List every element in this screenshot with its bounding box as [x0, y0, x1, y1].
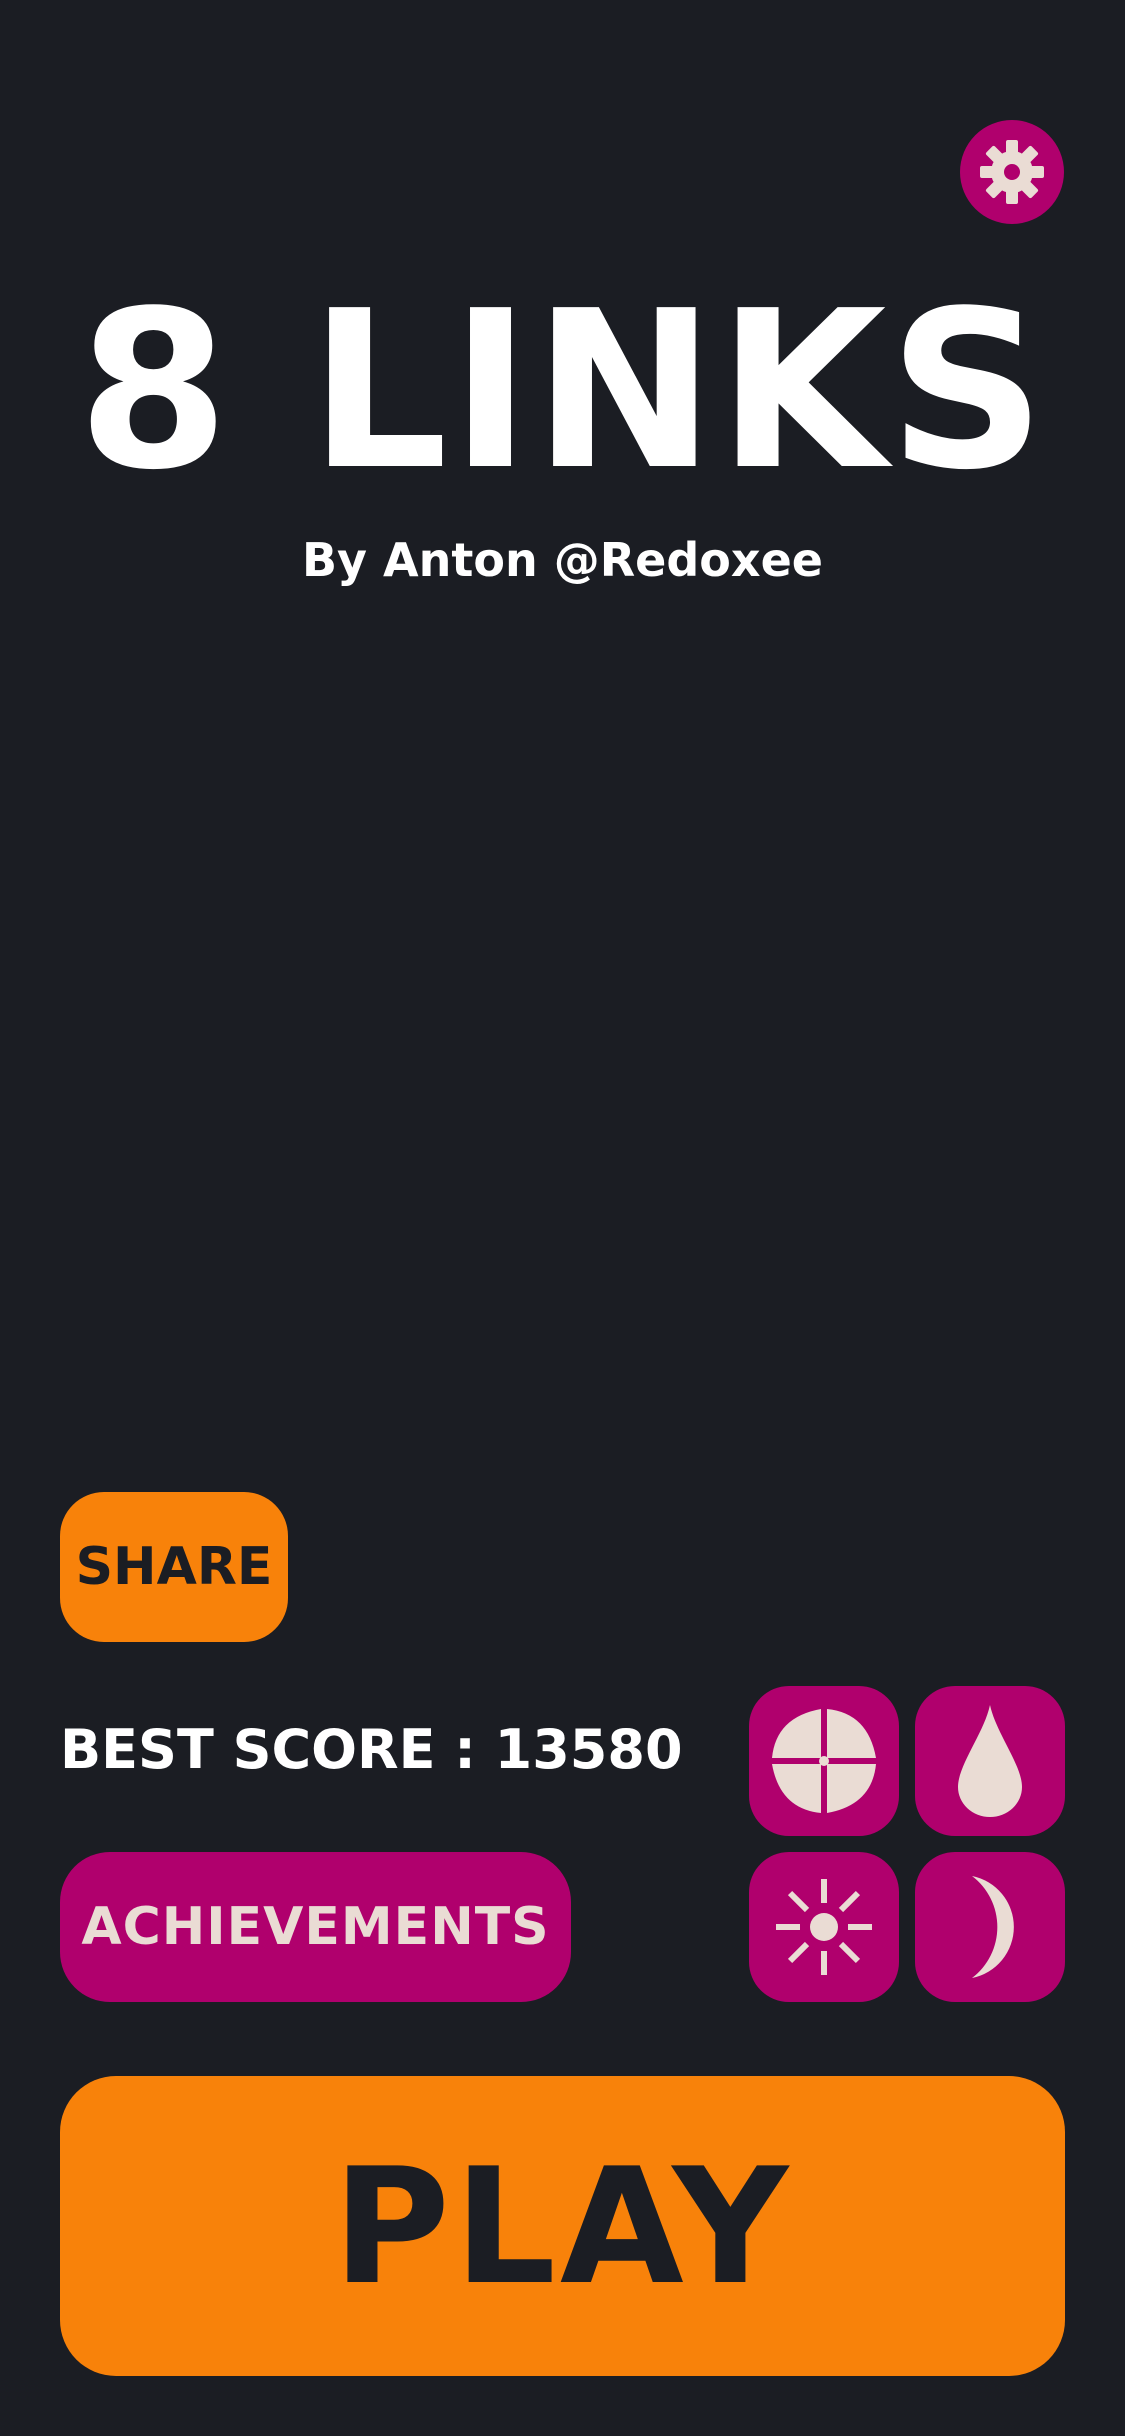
settings-button[interactable]	[960, 120, 1064, 224]
author-credit: By Anton @Redoxee	[302, 533, 823, 587]
best-score: BEST SCORE : 13580	[60, 1718, 683, 1781]
share-button[interactable]: SHARE	[60, 1492, 288, 1642]
theme-sun-button[interactable]	[749, 1852, 899, 2002]
play-button-label: PLAY	[332, 2132, 793, 2320]
gear-icon	[980, 140, 1044, 204]
theme-water-button[interactable]	[915, 1686, 1065, 1836]
achievements-button-label: ACHIEVEMENTS	[81, 1897, 550, 1957]
play-button[interactable]: PLAY	[60, 2076, 1065, 2376]
theme-wind-button[interactable]	[749, 1686, 899, 1836]
pinwheel-icon	[772, 1709, 876, 1813]
water-drop-icon	[958, 1705, 1022, 1817]
achievements-button[interactable]: ACHIEVEMENTS	[60, 1852, 571, 2002]
share-button-label: SHARE	[75, 1537, 273, 1597]
theme-moon-button[interactable]	[915, 1852, 1065, 2002]
sun-icon	[776, 1879, 872, 1975]
crescent-moon-icon	[972, 1876, 1014, 1978]
game-title: 8 LINKS	[77, 265, 1048, 518]
